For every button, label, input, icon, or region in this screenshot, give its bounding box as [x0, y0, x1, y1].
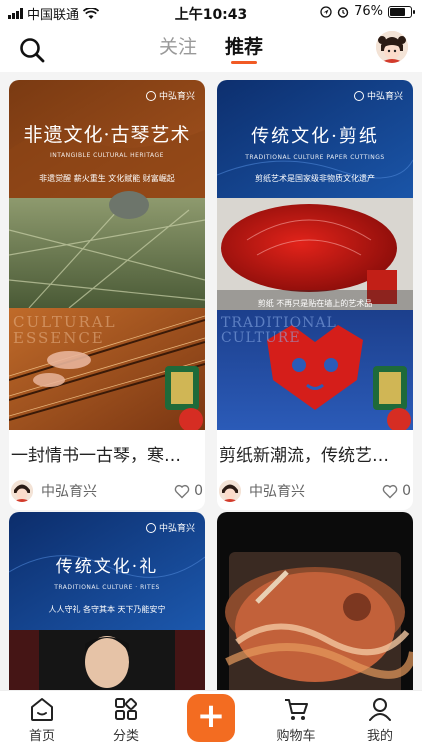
- like-count: 0: [402, 483, 411, 499]
- avatar-illustration: [376, 31, 408, 63]
- like-button[interactable]: 0: [174, 483, 203, 499]
- banner-subtitle: INTANGIBLE CULTURAL HERITAGE: [50, 152, 164, 159]
- nav-cart[interactable]: 购物车: [266, 695, 326, 744]
- card-title[interactable]: 一封情书一古琴，寒…: [11, 441, 203, 466]
- nav-cart-label: 购物车: [276, 729, 316, 744]
- author-name: 中弘育兴: [249, 484, 305, 500]
- user-icon: [369, 698, 391, 721]
- video-caption: 剪纸 不再只是贴在墙上的艺术品: [257, 299, 373, 308]
- banner-watermark: TRADITIONAL CULTURE: [221, 315, 337, 346]
- home-icon: [31, 698, 53, 721]
- top-header: 关注 推荐: [0, 24, 422, 72]
- card-author[interactable]: 中弘育兴 0: [11, 478, 203, 504]
- banner-tagline: 人人守礼 各守其本 天下乃能安宁: [48, 605, 166, 614]
- bottom-navigation: 首页 分类 + 购物车 我的: [0, 690, 422, 750]
- plus-icon: +: [196, 696, 226, 736]
- card-author[interactable]: 中弘育兴 0: [219, 478, 411, 504]
- tab-following[interactable]: 关注: [159, 32, 197, 59]
- banner-title: 传统文化·礼: [55, 557, 159, 577]
- nav-home-label: 首页: [28, 729, 55, 744]
- heart-icon: [174, 484, 190, 498]
- alarm-icon: [337, 6, 349, 18]
- author-avatar[interactable]: [219, 480, 241, 502]
- banner-subtitle: TRADITIONAL CULTURE · RITES: [54, 584, 160, 591]
- nav-home[interactable]: 首页: [12, 695, 72, 744]
- heart-icon: [382, 484, 398, 498]
- nav-profile[interactable]: 我的: [350, 695, 410, 744]
- battery-percent: 76%: [354, 4, 383, 19]
- banner-tagline: 非遗觉醒 薪火重生 文化赋能 财富崛起: [39, 174, 175, 183]
- card-cover-image[interactable]: 中弘育兴 非遗文化·古琴艺术 INTANGIBLE CULTURAL HERIT…: [9, 80, 205, 430]
- like-count: 0: [194, 483, 203, 499]
- brand-logo: 中弘育兴: [145, 89, 195, 102]
- grid-icon: [115, 697, 138, 720]
- card-cover-image[interactable]: 中弘育兴 传统文化·剪纸 TRADITIONAL CULTURE PAPER C…: [217, 80, 413, 430]
- banner-title: 传统文化·剪纸: [251, 126, 379, 147]
- feed-card[interactable]: [217, 512, 413, 690]
- feed-card[interactable]: 中弘育兴 传统文化·礼 TRADITIONAL CULTURE · RITES …: [9, 512, 205, 690]
- brand-logo: 中弘育兴: [353, 89, 403, 102]
- feed-card[interactable]: 中弘育兴 非遗文化·古琴艺术 INTANGIBLE CULTURAL HERIT…: [9, 80, 205, 510]
- author-avatar[interactable]: [11, 480, 33, 502]
- cart-icon: [285, 699, 308, 720]
- banner-watermark: CULTURAL ESSENCE: [13, 313, 117, 347]
- status-bar: 中国联通 上午10:43 76%: [0, 0, 422, 24]
- card-title[interactable]: 剪纸新潮流，传统艺…: [219, 441, 411, 466]
- nav-profile-label: 我的: [366, 729, 393, 744]
- like-button[interactable]: 0: [382, 483, 411, 499]
- tab-recommended[interactable]: 推荐: [225, 32, 263, 64]
- user-avatar[interactable]: [376, 31, 408, 63]
- nav-category-label: 分类: [112, 729, 139, 744]
- feed-card[interactable]: 中弘育兴 传统文化·剪纸 TRADITIONAL CULTURE PAPER C…: [217, 80, 413, 510]
- banner-subtitle: TRADITIONAL CULTURE PAPER CUTTINGS: [245, 154, 385, 161]
- nav-category[interactable]: 分类: [96, 695, 156, 744]
- author-name: 中弘育兴: [41, 484, 97, 500]
- card-cover-image[interactable]: [217, 512, 413, 690]
- add-post-button[interactable]: +: [187, 694, 235, 742]
- location-icon: [320, 5, 332, 18]
- banner-title: 非遗文化·古琴艺术: [23, 124, 191, 146]
- card-cover-image[interactable]: 中弘育兴 传统文化·礼 TRADITIONAL CULTURE · RITES …: [9, 512, 205, 690]
- banner-tagline: 剪纸艺术是国家级非物质文化遗产: [255, 174, 375, 183]
- brand-logo: 中弘育兴: [145, 521, 195, 534]
- feed-tabs: 关注 推荐: [0, 32, 422, 64]
- recommendation-feed: 中弘育兴 非遗文化·古琴艺术 INTANGIBLE CULTURAL HERIT…: [0, 72, 422, 690]
- battery-icon: [388, 5, 415, 18]
